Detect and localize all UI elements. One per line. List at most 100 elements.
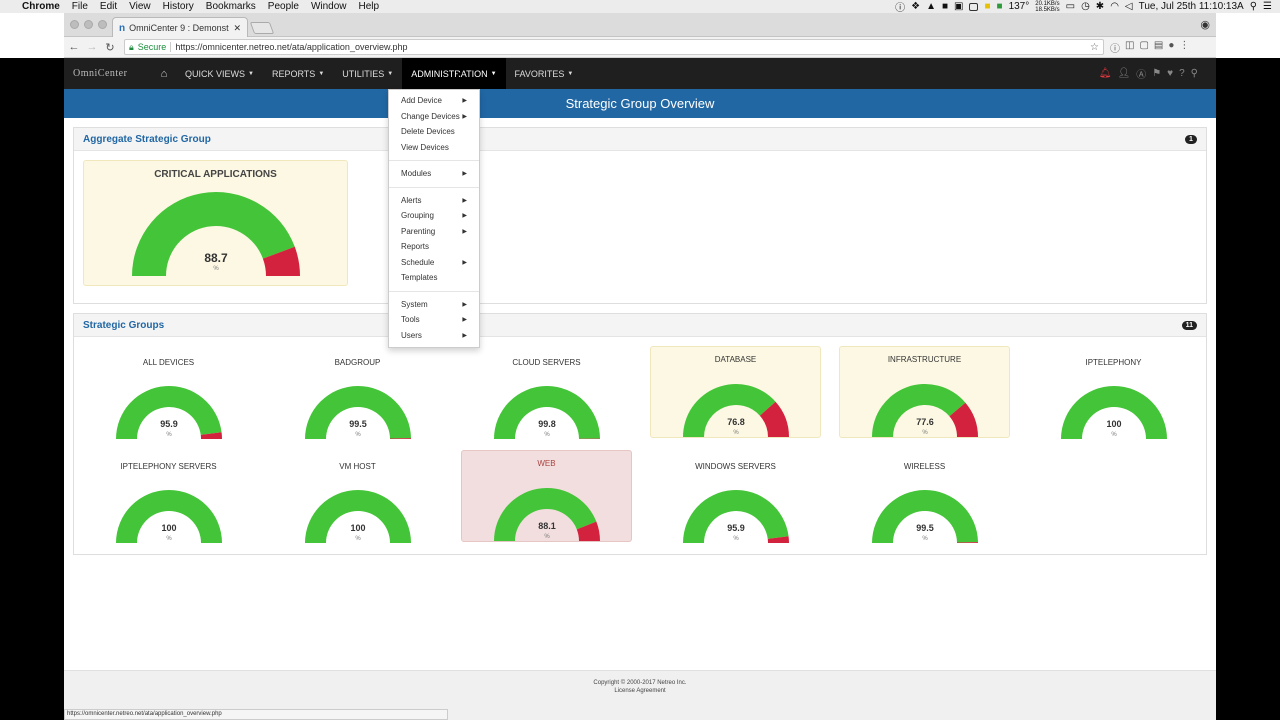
notification-center-icon[interactable]: ☰ [1263,1,1272,12]
help-icon[interactable]: ? [1179,68,1185,79]
nav-reports[interactable]: REPORTS ▼ [263,58,333,89]
group-gauge-wireless[interactable]: WIRELESS 99.5% [839,450,1010,543]
chrome-menu-icon[interactable]: ⋮ [1179,40,1189,55]
favorites-heart-icon[interactable]: ♥ [1167,68,1173,79]
new-tab-button[interactable] [249,22,275,34]
menu-item-schedule[interactable]: Schedule ▶ [389,255,479,271]
gauge-chart: 99.5% [871,490,978,543]
url-bar[interactable]: 🔒︎ Secure https://omnicenter.netreo.net/… [124,39,1104,55]
menu-divider [389,290,479,292]
group-gauge-cloud-servers[interactable]: CLOUD SERVERS 99.8% [461,346,632,439]
user-icon[interactable]: 👤︎ [1118,68,1131,79]
close-tab-icon[interactable]: ✕ [233,23,241,34]
group-gauge-infrastructure[interactable]: INFRASTRUCTURE 77.6% [839,346,1010,438]
caret-down-icon: ▼ [248,70,254,77]
group-gauge-vm-host[interactable]: VM HOST 100% [272,450,443,543]
menu-item-reports[interactable]: Reports [389,239,479,255]
url-text[interactable]: https://omnicenter.netreo.net/ata/applic… [175,42,1086,52]
menu-bookmarks[interactable]: Bookmarks [206,1,256,12]
spotlight-icon[interactable]: ⚲ [1250,1,1257,12]
menu-item-alerts[interactable]: Alerts ▶ [389,193,479,209]
menu-item-change-devices[interactable]: Change Devices ▶ [389,109,479,125]
archive-icon[interactable]: ▣ [954,1,963,12]
gauge-chart: 95.9% [682,490,789,543]
close-window-button[interactable] [70,20,79,29]
wifi-icon[interactable]: ◠ [1110,1,1119,12]
bluetooth-icon[interactable]: ✱ [1096,1,1104,12]
extension-note-icon[interactable]: ▢ [1139,40,1148,55]
menu-view[interactable]: View [129,1,151,12]
group-label: WIRELESS [903,462,946,471]
menu-item-system[interactable]: System ▶ [389,297,479,313]
airplay-icon[interactable]: ▭ [1066,1,1075,12]
group-gauge-windows-servers[interactable]: WINDOWS SERVERS 95.9% [650,450,821,543]
menu-item-tools[interactable]: Tools ▶ [389,312,479,328]
bookmark-star-icon[interactable]: ☆ [1090,42,1099,53]
window-icon[interactable] [969,2,979,11]
back-icon[interactable]: ← [66,41,82,53]
menu-item-add-device[interactable]: Add Device ▶ [389,93,479,109]
menu-item-view-devices[interactable]: View Devices [389,140,479,156]
app-menu[interactable]: Chrome [22,1,60,12]
drive-icon[interactable]: ▲ [926,1,936,12]
menu-item-templates[interactable]: Templates [389,270,479,286]
menu-item-delete-devices[interactable]: Delete Devices [389,124,479,140]
aggregate-panel-header[interactable]: Aggregate Strategic Group 1 [74,128,1206,151]
notes-icon[interactable]: ■ [984,1,990,12]
group-gauge-all-devices[interactable]: ALL DEVICES 95.9% [83,346,254,439]
nav-utilities[interactable]: UTILITIES ▼ [333,58,402,89]
mouse-cursor-icon: ➤ [455,69,464,80]
group-gauge-iptelephony-servers[interactable]: IPTELEPHONY SERVERS 100% [83,450,254,543]
group-gauge-database[interactable]: DATABASE 76.8% [650,346,821,438]
menu-file[interactable]: File [72,1,88,12]
profile-icon[interactable]: ◉ [1200,18,1210,31]
submenu-arrow-icon: ▶ [462,171,467,178]
extension-doc-icon[interactable]: ▤ [1154,40,1163,55]
group-label: IPTELEPHONY SERVERS [120,462,217,471]
reload-icon[interactable]: ↻ [102,41,118,54]
menu-edit[interactable]: Edit [100,1,117,12]
menu-item-parenting[interactable]: Parenting ▶ [389,224,479,240]
menu-item-grouping[interactable]: Grouping ▶ [389,208,479,224]
dropbox-icon[interactable]: ❖ [911,1,920,12]
extension-dark-icon[interactable]: ● [1168,40,1174,55]
group-gauge-iptelephony[interactable]: IPTELEPHONY 100% [1028,346,1199,439]
group-gauge-web[interactable]: WEB 88.1% [461,450,632,542]
license-link[interactable]: License Agreement [64,687,1216,695]
gauge-chart: 88.1% [493,488,600,541]
browser-tab-active[interactable]: n OmniCenter 9 : Demonstration ✕ [112,17,248,38]
incidents-icon[interactable]: ⚑ [1152,68,1161,79]
strategic-groups-header[interactable]: Strategic Groups 11 [74,314,1206,337]
caret-down-icon: ▼ [567,70,574,77]
home-icon[interactable]: ⌂ [152,68,176,80]
menu-history[interactable]: History [163,1,194,12]
omnicenter-logo[interactable]: OmniCenter [64,68,144,79]
time-machine-icon[interactable]: ◷ [1081,1,1090,12]
briefcase-icon[interactable]: ■ [942,1,948,12]
nav-quick-views[interactable]: QUICK VIEWS ▼ [176,58,263,89]
critical-applications-gauge[interactable]: CRITICAL APPLICATIONS 88.7% [83,160,348,286]
menu-window[interactable]: Window [311,1,347,12]
gauge-value: 88.7 [204,251,228,265]
forward-icon[interactable]: → [84,41,100,53]
gauge-value: 99.5 [916,523,934,533]
search-icon[interactable]: ⚲ [1191,68,1198,79]
nav-favorites[interactable]: FAVORITES ▼ [506,58,583,89]
alert-bell-icon[interactable]: 🔔︎ [1099,68,1112,79]
menu-item-users[interactable]: Users ▶ [389,328,479,344]
group-gauge-badgroup[interactable]: BADGROUP 99.5% [272,346,443,439]
menu-help[interactable]: Help [359,1,380,12]
menu-people[interactable]: People [268,1,299,12]
menu-item-modules[interactable]: Modules ▶ [389,166,479,182]
minimize-window-button[interactable] [84,20,93,29]
zoom-window-button[interactable] [98,20,107,29]
nav-administration[interactable]: ADMINISTRATION ▼ [402,58,506,89]
extension-reader-icon[interactable]: ◫ [1125,40,1134,55]
evernote-icon[interactable]: ■ [997,1,1003,12]
volume-icon[interactable]: ◁ [1125,1,1133,12]
extension-info-icon[interactable]: ⓘ [1110,40,1120,55]
clock[interactable]: Tue, Jul 25th 11:10:13A [1139,1,1244,12]
info-icon[interactable]: ⓘ [895,0,905,14]
account-icon[interactable]: Ⓐ [1136,66,1146,81]
submenu-arrow-icon: ▶ [462,197,467,204]
